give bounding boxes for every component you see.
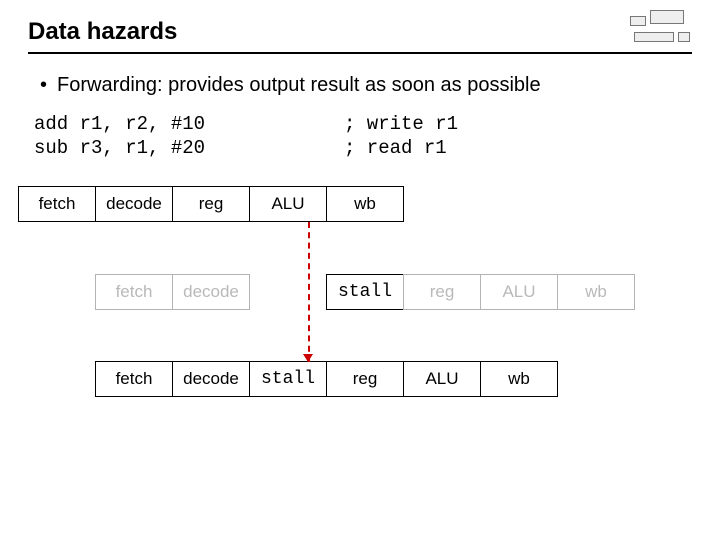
stage-decode: decode xyxy=(172,361,250,397)
pipeline-row-3: fetch decode stall reg ALU wb xyxy=(95,361,558,397)
code-row: add r1, r2, #10 ; write r1 xyxy=(34,112,692,136)
stage-fetch: fetch xyxy=(18,186,96,222)
stage-alu: ALU xyxy=(249,186,327,222)
code-row: sub r3, r1, #20 ; read r1 xyxy=(34,136,692,160)
bullet-dot-icon: • xyxy=(40,72,47,98)
stage-alu-faded: ALU xyxy=(480,274,558,310)
stage-reg-faded: reg xyxy=(403,274,481,310)
stage-decode-faded: decode xyxy=(172,274,250,310)
stage-reg: reg xyxy=(172,186,250,222)
slide-title: Data hazards xyxy=(28,18,692,54)
stage-fetch-faded: fetch xyxy=(95,274,173,310)
stage-reg: reg xyxy=(326,361,404,397)
bullet-item: • Forwarding: provides output result as … xyxy=(28,72,692,98)
stage-alu: ALU xyxy=(403,361,481,397)
corner-schematic-icon xyxy=(630,10,694,50)
stage-fetch: fetch xyxy=(95,361,173,397)
bullet-text: Forwarding: provides output result as so… xyxy=(57,72,541,98)
code-block: add r1, r2, #10 ; write r1 sub r3, r1, #… xyxy=(28,112,692,160)
pipeline-row-2-stall: stall xyxy=(326,274,404,310)
stage-stall: stall xyxy=(249,361,327,397)
pipeline-row-2-faded: fetch decode xyxy=(95,274,250,310)
pipeline-diagram: fetch decode reg ALU wb fetch decode sta… xyxy=(28,186,692,446)
code-instr-1: sub r3, r1, #20 xyxy=(34,136,344,160)
stage-stall: stall xyxy=(326,274,404,310)
stage-wb-faded: wb xyxy=(557,274,635,310)
code-instr-0: add r1, r2, #10 xyxy=(34,112,344,136)
forwarding-arrow-head-icon xyxy=(303,354,313,362)
stage-wb: wb xyxy=(480,361,558,397)
stage-wb: wb xyxy=(326,186,404,222)
code-comment-0: ; write r1 xyxy=(344,112,458,136)
pipeline-row-1: fetch decode reg ALU wb xyxy=(18,186,404,222)
code-comment-1: ; read r1 xyxy=(344,136,447,160)
stage-decode: decode xyxy=(95,186,173,222)
pipeline-row-2-tail-faded: reg ALU wb xyxy=(403,274,635,310)
forwarding-arrow-vertical xyxy=(308,222,310,362)
